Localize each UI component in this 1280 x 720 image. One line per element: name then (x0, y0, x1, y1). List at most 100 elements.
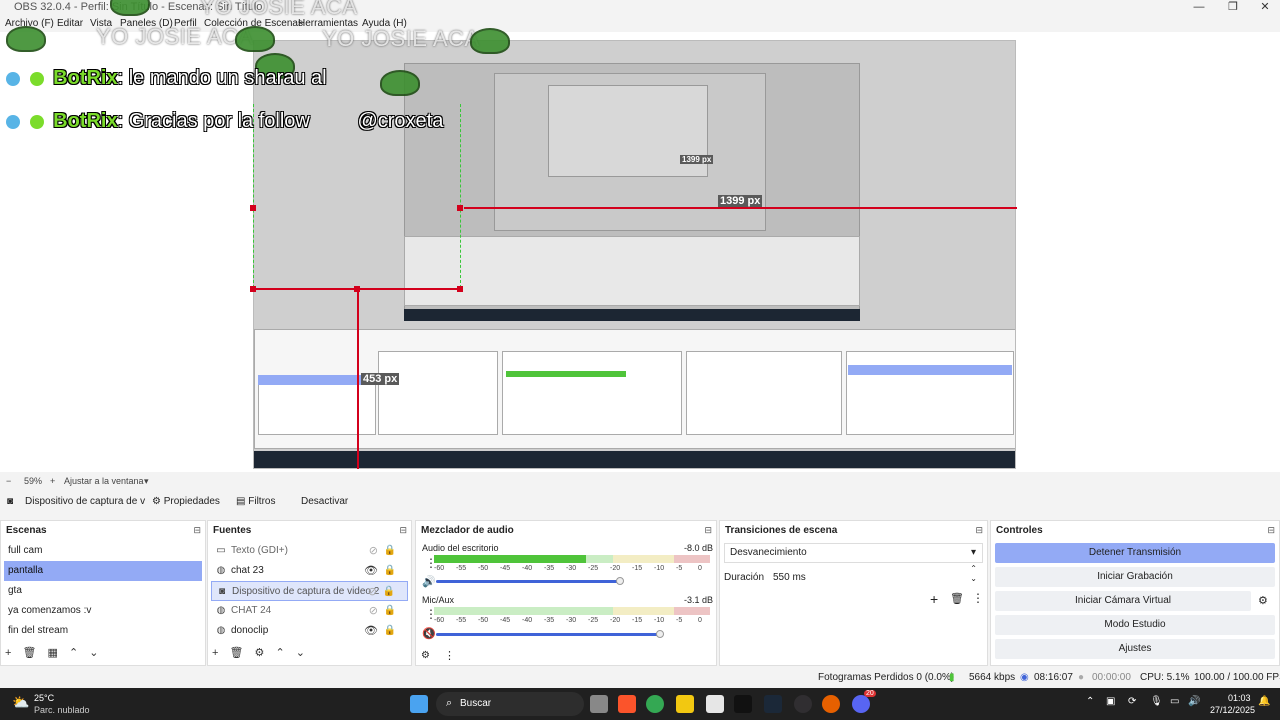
properties-button[interactable]: ⚙ Propiedades (152, 496, 220, 507)
maximize-button[interactable]: ❐ (1216, 0, 1250, 15)
chevron-down-icon[interactable]: ▾ (144, 476, 149, 487)
source-item[interactable]: ▭ Texto (GDI+) ⊘ 🔒 (211, 541, 408, 561)
dock-undock-icon[interactable]: ⊟ (975, 525, 983, 536)
studio-mode-button[interactable]: Modo Estudio (995, 615, 1275, 635)
notification-icon[interactable]: 🔔 (1258, 696, 1270, 707)
spinner-icon[interactable]: ⌃ ⌄ (970, 564, 977, 584)
add-icon[interactable]: + (5, 647, 11, 659)
weather-icon[interactable]: ⛅ (12, 694, 29, 711)
scenes-toolbar: + 🗑 ▦ ⌃ ⌄ (5, 646, 107, 662)
volume-fader[interactable] (436, 580, 620, 583)
add-icon[interactable]: + (212, 647, 218, 659)
menu-editar[interactable]: Editar (57, 18, 83, 29)
start-virtual-camera-button[interactable]: Iniciar Cámara Virtual (995, 591, 1251, 611)
filter-icon[interactable]: ▦ (48, 647, 58, 659)
chevron-up-icon[interactable]: ⌃ (69, 647, 78, 659)
zoom-out-icon[interactable]: − (6, 476, 11, 486)
firefox-icon[interactable] (822, 695, 840, 713)
lock-icon[interactable]: 🔒 (384, 621, 396, 641)
brave-icon[interactable] (618, 695, 636, 713)
eye-icon[interactable]: 👁 (364, 621, 378, 641)
minimize-button[interactable]: — (1182, 0, 1216, 15)
opera-icon[interactable] (734, 695, 752, 713)
lock-icon[interactable]: 🔒 (384, 561, 396, 581)
dock-undock-icon[interactable]: ⊟ (704, 525, 712, 536)
scene-item-selected[interactable]: pantalla (4, 561, 202, 581)
source-item[interactable]: ◍ chat 23 👁 🔒 (211, 561, 408, 581)
clock-date[interactable]: 27/12/2025 (1210, 705, 1255, 715)
taskbar-search[interactable]: ⌕ Buscar (436, 692, 584, 716)
deactivate-button[interactable]: Desactivar (301, 496, 348, 507)
zoom-in-icon[interactable]: + (50, 476, 55, 486)
trash-icon[interactable]: 🗑 (230, 647, 244, 659)
windows-start-icon[interactable] (410, 695, 428, 713)
chevron-up-icon[interactable]: ⌃ (1086, 696, 1094, 707)
source-toolbar: ◙ Dispositivo de captura de v ⚙ Propieda… (0, 492, 1280, 516)
gear-icon: ⚙ (152, 496, 161, 507)
tray-icon[interactable]: ▣ (1106, 696, 1115, 707)
resize-handle[interactable] (250, 205, 256, 211)
nested-sources (378, 351, 498, 435)
zoom-level[interactable]: 59% (24, 476, 42, 486)
obs-icon[interactable] (794, 695, 812, 713)
mixer-settings-icon[interactable]: ⚙ (421, 650, 430, 661)
source-item[interactable]: ◍ donoclip 👁 🔒 (211, 621, 408, 641)
source-item-selected[interactable]: ◙ Dispositivo de captura de video 2 ⊘ 🔒 (211, 581, 408, 601)
meter-tick-label: -10 (654, 565, 665, 572)
more-options-icon[interactable]: ⋮ (444, 649, 455, 662)
filters-button[interactable]: ▤ Filtros (236, 496, 275, 507)
settings-button[interactable]: Ajustes (995, 639, 1275, 659)
taskbar: ⛅ 25°C Parc. nublado ⌕ Buscar 20 ⌃ ▣ ⟳ 🎙… (0, 688, 1280, 720)
trash-icon[interactable]: 🗑 (23, 647, 37, 659)
speaker-muted-icon[interactable]: 🔇 (422, 627, 436, 640)
file-explorer-icon[interactable] (676, 695, 694, 713)
stop-stream-button[interactable]: Detener Transmisión (995, 543, 1275, 563)
trash-icon[interactable]: 🗑 (950, 592, 964, 605)
scene-item[interactable]: ya comenzamos :v (4, 601, 202, 621)
fit-to-window[interactable]: Ajustar a la ventana (64, 476, 144, 486)
preview-canvas[interactable] (253, 40, 1016, 469)
fader-knob[interactable] (615, 577, 624, 585)
scene-item[interactable]: gta (4, 581, 202, 601)
lock-icon[interactable]: 🔒 (384, 541, 396, 561)
chevron-down-icon[interactable]: ⌄ (89, 647, 98, 659)
volume-icon[interactable]: 🔊 (1188, 696, 1200, 707)
eye-icon[interactable]: 👁 (364, 561, 378, 581)
scene-item[interactable]: full cam (4, 541, 202, 561)
eye-hidden-icon[interactable]: ⊘ (368, 582, 377, 602)
volume-fader[interactable] (436, 633, 661, 636)
sync-icon[interactable]: ⟳ (1128, 696, 1136, 707)
lock-icon[interactable]: 🔒 (383, 582, 395, 602)
steam-icon[interactable] (764, 695, 782, 713)
close-button[interactable]: ✕ (1248, 0, 1280, 15)
resize-handle[interactable] (354, 286, 360, 292)
discord-icon[interactable] (852, 695, 870, 713)
dock-undock-icon[interactable]: ⊟ (193, 525, 201, 536)
clock-time[interactable]: 01:03 (1228, 693, 1251, 703)
gear-icon[interactable]: ⚙ (1258, 594, 1268, 607)
lock-icon[interactable]: 🔒 (384, 601, 396, 621)
chevron-up-icon[interactable]: ⌃ (275, 647, 284, 659)
resize-handle[interactable] (250, 286, 256, 292)
mic-icon[interactable]: 🎙 (1150, 696, 1163, 707)
task-view-icon[interactable] (590, 695, 608, 713)
duration-input[interactable]: 550 ms ⌃ ⌄ (768, 564, 983, 588)
eye-hidden-icon[interactable]: ⊘ (369, 541, 378, 561)
start-recording-button[interactable]: Iniciar Grabación (995, 567, 1275, 587)
gear-icon[interactable]: ⚙ (255, 647, 265, 659)
add-icon[interactable]: + (930, 591, 938, 607)
eye-hidden-icon[interactable]: ⊘ (369, 601, 378, 621)
scene-item[interactable]: fin del stream (4, 621, 202, 641)
dock-undock-icon[interactable]: ⊟ (1267, 525, 1275, 536)
resize-handle[interactable] (457, 286, 463, 292)
more-options-icon[interactable]: ⋮ (972, 591, 984, 605)
transition-select[interactable]: Desvanecimiento ▾ (724, 543, 983, 563)
dock-undock-icon[interactable]: ⊟ (399, 525, 407, 536)
resize-handle[interactable] (457, 205, 463, 211)
source-item[interactable]: ◍ CHAT 24 ⊘ 🔒 (211, 601, 408, 621)
chrome-icon[interactable] (646, 695, 664, 713)
speaker-icon[interactable]: 🔊 (422, 575, 436, 588)
epic-games-icon[interactable] (706, 695, 724, 713)
network-icon[interactable]: ▭ (1170, 696, 1179, 707)
chevron-down-icon[interactable]: ⌄ (296, 647, 305, 659)
